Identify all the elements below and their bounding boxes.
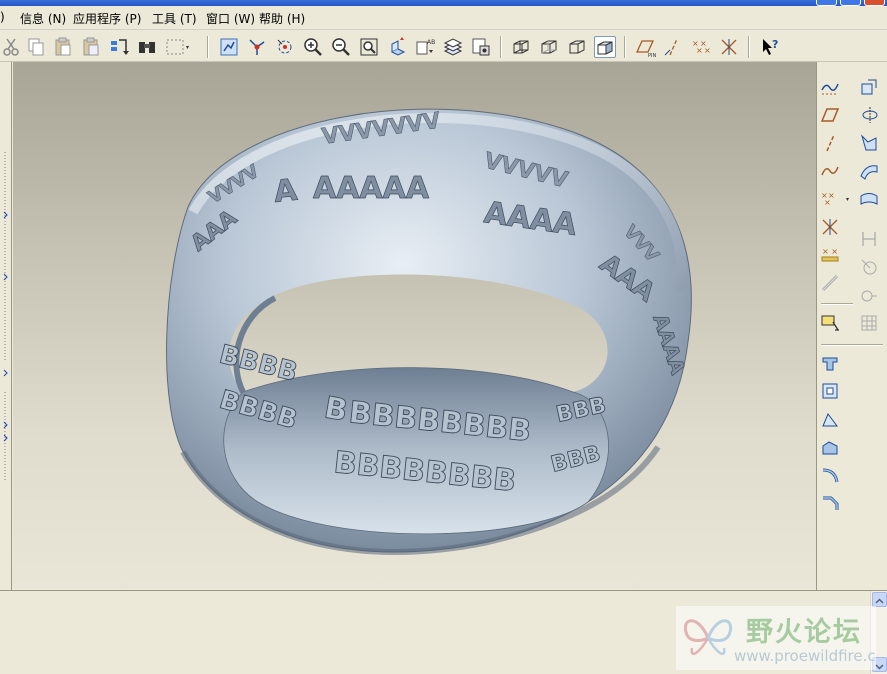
- left-strip-markers: [3, 152, 8, 482]
- layers-icon[interactable]: [442, 36, 464, 58]
- hidden-line-icon[interactable]: [538, 36, 560, 58]
- merge-icon[interactable]: [858, 228, 880, 250]
- feature-toolbar: × × × × ×: [816, 62, 887, 590]
- zoom-out-icon[interactable]: [330, 36, 352, 58]
- find-icon[interactable]: [136, 36, 158, 58]
- curve-icon[interactable]: [819, 160, 841, 182]
- saved-views-icon[interactable]: AB: [414, 36, 436, 58]
- zoom-in-icon[interactable]: [302, 36, 324, 58]
- regenerate-icon[interactable]: [108, 36, 130, 58]
- csys-icon[interactable]: [819, 216, 841, 238]
- svg-text:× ×: × ×: [822, 247, 838, 256]
- context-help-icon[interactable]: ?: [760, 36, 782, 58]
- trim-icon[interactable]: [858, 256, 880, 278]
- svg-text:A: A: [272, 173, 300, 210]
- revolve-surface-icon[interactable]: [858, 104, 880, 126]
- boundary-blend-icon[interactable]: [858, 188, 880, 210]
- table-icon[interactable]: [858, 312, 880, 334]
- revolve-icon[interactable]: [819, 380, 841, 402]
- wireframe-icon[interactable]: [510, 36, 532, 58]
- point-icon[interactable]: × × ×: [819, 188, 851, 210]
- refit-icon[interactable]: [358, 36, 380, 58]
- ring-model[interactable]: VVVVVVV VVVVV VVVV VVV A AAAAA AAAA AAA …: [13, 62, 816, 589]
- svg-text:×: ×: [704, 46, 711, 55]
- toolbar-separator: [207, 36, 209, 58]
- blend-surface-icon[interactable]: [858, 160, 880, 182]
- datum-points-icon[interactable]: × × × ×: [690, 36, 712, 58]
- sweep-surface-icon[interactable]: [858, 132, 880, 154]
- offset-icon[interactable]: [858, 76, 880, 98]
- extend-icon[interactable]: [858, 284, 880, 306]
- paste-icon[interactable]: [52, 36, 74, 58]
- toolbar-separator: [500, 36, 502, 58]
- plane-icon[interactable]: [819, 104, 841, 126]
- watermark: 野火论坛 www.proewildfire.c: [676, 606, 876, 670]
- shading-icon[interactable]: [594, 36, 616, 58]
- proe-window: ) 信息 (N) 应用程序 (P) 工具 (T) 窗口 (W) 帮助 (H) A…: [0, 0, 887, 674]
- select-box-icon[interactable]: [164, 36, 192, 58]
- extrude-icon[interactable]: [819, 352, 841, 374]
- toolbar-separator: [748, 36, 750, 58]
- chamfer-icon[interactable]: [819, 492, 841, 514]
- left-panel-strip[interactable]: [0, 62, 12, 590]
- sketch-curve-icon[interactable]: [819, 76, 841, 98]
- svg-text:AB: AB: [427, 39, 435, 46]
- spin-center-icon[interactable]: [274, 36, 296, 58]
- chain-icon[interactable]: [819, 272, 841, 294]
- menu-item-tools[interactable]: 工具 (T): [152, 10, 197, 27]
- svg-text:AAAAA: AAAAA: [313, 171, 430, 206]
- menu-item-help[interactable]: 帮助 (H): [259, 10, 305, 27]
- coordinate-systems-icon[interactable]: [718, 36, 740, 58]
- menu-item-info[interactable]: 信息 (N): [20, 10, 66, 27]
- menu-bar: ) 信息 (N) 应用程序 (P) 工具 (T) 窗口 (W) 帮助 (H): [0, 6, 887, 30]
- menu-item-window[interactable]: 窗口 (W): [206, 10, 255, 27]
- butterfly-logo-icon: [683, 619, 733, 656]
- datum-planes-icon[interactable]: PIN: [634, 36, 656, 59]
- toolbar-separator: [821, 344, 883, 346]
- axis-icon[interactable]: [819, 132, 841, 154]
- watermark-title: 野火论坛: [746, 617, 862, 648]
- menu-item-applications[interactable]: 应用程序 (P): [73, 10, 141, 27]
- round-icon[interactable]: [819, 464, 841, 486]
- sweep-icon[interactable]: [819, 408, 841, 430]
- watermark-url: www.proewildfire.c: [734, 647, 876, 665]
- toolbar-separator: [821, 303, 853, 305]
- datum-point-icon[interactable]: [246, 36, 268, 58]
- blend-icon[interactable]: [819, 436, 841, 458]
- graphics-viewport[interactable]: VVVVVVV VVVVV VVVV VVV A AAAAA AAAA AAA …: [13, 62, 816, 589]
- copy-icon[interactable]: [25, 36, 47, 58]
- analysis-icon[interactable]: × ×: [819, 244, 841, 266]
- reorient-icon[interactable]: [386, 36, 408, 58]
- main-toolbar: AB PIN × × × × ?: [0, 31, 887, 62]
- svg-text:×: ×: [824, 198, 831, 207]
- svg-text:PIN: PIN: [648, 53, 656, 58]
- no-hidden-icon[interactable]: [566, 36, 588, 58]
- menu-item-cutoff[interactable]: ): [0, 10, 5, 24]
- toolbar-separator: [624, 36, 626, 58]
- scroll-up-button[interactable]: [872, 592, 887, 607]
- paste-special-icon[interactable]: [80, 36, 102, 58]
- datum-axes-icon[interactable]: [662, 36, 684, 58]
- model-display-icon[interactable]: [470, 36, 492, 58]
- sketch-tool-icon[interactable]: [819, 312, 841, 334]
- svg-text:×: ×: [696, 46, 703, 55]
- svg-text:?: ?: [772, 38, 778, 51]
- view-mode-icon[interactable]: [218, 36, 240, 58]
- cut-icon[interactable]: [0, 36, 22, 58]
